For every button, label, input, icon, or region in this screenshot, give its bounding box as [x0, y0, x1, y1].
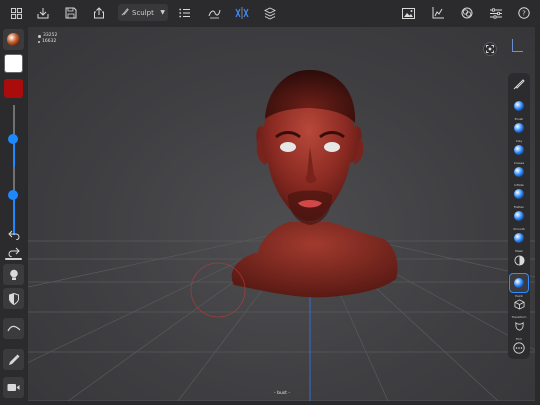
paint-active-icon	[513, 274, 525, 293]
tool-inflate-button[interactable]: Inflate	[509, 163, 529, 187]
intensity-slider-knob[interactable]	[8, 190, 18, 200]
inflate-icon	[513, 163, 525, 182]
caret-down-icon: ▼	[160, 9, 165, 16]
right-toolbar: Brush Clay Crease Inflate Flatten Smooth Mask P…	[508, 73, 530, 359]
grid-icon[interactable]	[6, 4, 26, 22]
list-icon[interactable]	[175, 4, 195, 22]
camera-button[interactable]	[3, 377, 24, 398]
bulb-icon	[9, 269, 18, 280]
stroke-curve-button[interactable]	[3, 318, 24, 339]
pipette-icon	[8, 354, 19, 365]
clay-icon	[513, 119, 525, 138]
frame-selection-button[interactable]	[483, 42, 497, 56]
tool-selector-label: Sculpt	[132, 8, 154, 17]
faces-icon	[38, 34, 41, 38]
secondary-color-swatch[interactable]	[4, 79, 23, 98]
more-icon	[513, 339, 525, 358]
svg-text:?: ?	[522, 10, 526, 18]
shield-icon	[8, 292, 19, 305]
redo-icon	[8, 247, 20, 257]
undo-icon	[7, 230, 19, 240]
sliders-icon[interactable]	[486, 4, 506, 22]
picker-button[interactable]	[3, 264, 24, 285]
vertices-count-row: 16632	[38, 39, 57, 45]
primary-color-swatch[interactable]	[4, 54, 23, 73]
axis-gizmo[interactable]	[512, 39, 523, 52]
share-icon[interactable]	[89, 4, 109, 22]
tool-smooth-button[interactable]: Smooth	[509, 207, 529, 231]
tool-paint-active-button[interactable]: Paint	[509, 273, 529, 298]
tool-mask-button[interactable]: Mask	[509, 229, 529, 253]
tool-crease-button[interactable]: Crease	[509, 141, 529, 165]
video-camera-icon	[7, 384, 20, 391]
symmetry-icon[interactable]	[232, 4, 252, 22]
radius-slider-knob[interactable]	[8, 134, 18, 145]
brush-settings-button[interactable]	[3, 349, 24, 370]
focus-icon	[486, 45, 494, 53]
material-preset-button[interactable]	[3, 29, 24, 50]
tool-clay-button[interactable]: Clay	[509, 119, 529, 143]
stroke-icon[interactable]	[204, 4, 224, 22]
3d-viewport[interactable]: 33252 16632 - bust -	[28, 27, 535, 401]
vertices-icon	[38, 41, 40, 43]
matcap-icon	[513, 251, 525, 270]
brush-icon	[513, 97, 525, 116]
crease-icon	[513, 141, 525, 160]
trim-icon	[514, 317, 525, 336]
tool-paint-button[interactable]	[509, 75, 529, 95]
import-icon[interactable]	[33, 4, 53, 22]
save-icon[interactable]	[61, 4, 81, 22]
tool-matcap-button[interactable]	[509, 251, 529, 271]
chart-icon[interactable]	[428, 4, 448, 22]
material-icon[interactable]	[457, 4, 477, 22]
tool-trim-button[interactable]: Trim	[509, 317, 529, 341]
paint-icon	[513, 75, 525, 94]
matcap-sphere-icon	[6, 32, 21, 47]
mask-icon	[513, 229, 525, 248]
scene-canvas	[28, 69, 535, 401]
tool-brush-button[interactable]: Brush	[509, 97, 529, 121]
brush-icon	[121, 7, 129, 18]
curve-icon	[6, 325, 20, 331]
transform-icon	[514, 295, 525, 314]
left-toolbar	[0, 27, 27, 405]
toolbar-divider	[5, 258, 22, 260]
layers-icon[interactable]	[260, 4, 280, 22]
object-name-label[interactable]: - bust -	[268, 391, 296, 396]
help-icon[interactable]: ?	[514, 4, 534, 22]
mask-toggle-button[interactable]	[3, 288, 24, 309]
mesh-stats: 33252 16632	[38, 33, 57, 45]
top-toolbar: Sculpt ▼ ?	[0, 0, 540, 27]
image-icon[interactable]	[398, 4, 418, 22]
tool-more-button[interactable]	[509, 339, 529, 359]
smooth-icon	[513, 207, 525, 226]
vertices-count: 16632	[42, 39, 57, 44]
flatten-icon	[513, 185, 525, 204]
tool-selector[interactable]: Sculpt ▼	[118, 4, 168, 21]
tool-flatten-button[interactable]: Flatten	[509, 185, 529, 209]
tool-transform-button[interactable]: Transform	[509, 295, 529, 319]
